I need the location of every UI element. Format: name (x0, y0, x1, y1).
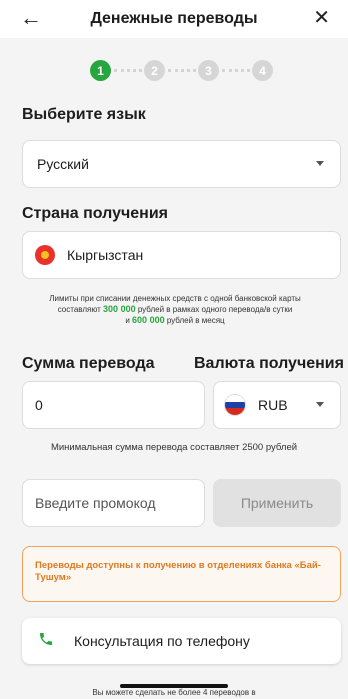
transfer-limit-note: Вы можете сделать не более 4 переводов в (92, 688, 256, 697)
currency-select[interactable]: RUB (213, 381, 341, 429)
promo-code-input[interactable]: Введите промокод (22, 479, 205, 527)
chevron-down-icon (316, 402, 324, 407)
country-select[interactable]: Кыргызстан (22, 231, 341, 279)
language-value: Русский (37, 156, 89, 172)
limit-amount-monthly: 600 000 (132, 315, 165, 325)
phone-consultation-button[interactable]: Консультация по телефону (22, 618, 341, 664)
step-connector (114, 69, 142, 72)
step-2: 2 (144, 60, 165, 81)
app-header: ← Денежные переводы ✕ (0, 0, 348, 38)
limits-note: Лимиты при списании денежных средств с о… (30, 293, 320, 326)
limits-text: рублей в рамках одного перевода/в сутки (135, 305, 293, 314)
minimum-amount-note: Минимальная сумма перевода составляет 25… (50, 442, 298, 453)
chevron-down-icon (316, 161, 324, 166)
currency-value: RUB (258, 397, 288, 413)
promo-placeholder: Введите промокод (35, 495, 156, 511)
language-title: Выберите язык (22, 106, 146, 123)
kyrgyzstan-flag-icon (35, 245, 55, 265)
country-title: Страна получения (22, 205, 168, 222)
step-connector (168, 69, 196, 72)
apply-promo-button[interactable]: Применить (213, 479, 341, 527)
phone-icon (38, 631, 54, 652)
arrow-left-icon[interactable]: ← (20, 5, 42, 31)
language-select[interactable]: Русский (22, 140, 341, 188)
phone-consultation-label: Консультация по телефону (74, 633, 250, 649)
close-icon[interactable]: ✕ (313, 5, 330, 30)
amount-input[interactable]: 0 (22, 381, 205, 429)
step-3: 3 (198, 60, 219, 81)
step-1: 1 (90, 60, 111, 81)
currency-title: Валюта получения (194, 355, 344, 372)
progress-stepper: 1 2 3 4 (0, 60, 348, 82)
step-4: 4 (252, 60, 273, 81)
limits-text: рублей в месяц (164, 316, 225, 325)
russia-flag-icon (224, 394, 246, 416)
step-connector (222, 69, 250, 72)
availability-notice: Переводы доступны к получению в отделени… (22, 546, 341, 602)
amount-title: Сумма перевода (22, 355, 155, 372)
page-title: Денежные переводы (90, 10, 258, 27)
country-value: Кыргызстан (67, 247, 144, 263)
amount-value: 0 (35, 397, 43, 413)
limit-amount-daily: 300 000 (103, 304, 136, 314)
